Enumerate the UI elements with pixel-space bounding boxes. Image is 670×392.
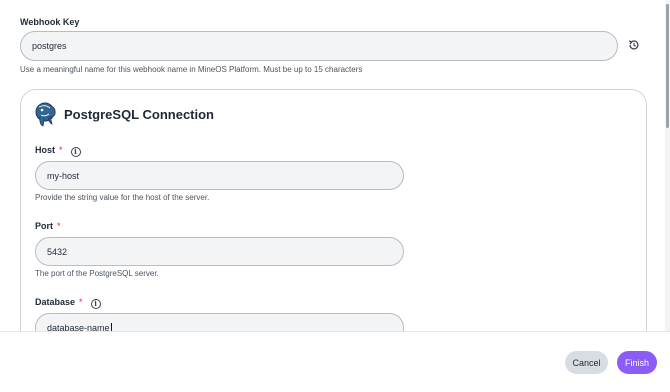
scrollbar-thumb[interactable] xyxy=(666,4,669,128)
port-value: 5432 xyxy=(47,246,68,257)
reset-icon[interactable] xyxy=(627,38,641,52)
info-icon[interactable]: i xyxy=(70,147,81,157)
required-mark: * xyxy=(59,145,63,155)
webhook-key-input[interactable]: postgres xyxy=(20,31,618,61)
host-label: Host * i xyxy=(35,145,81,157)
database-value: database-name xyxy=(47,322,110,332)
scrollbar[interactable] xyxy=(665,0,670,331)
form-scroll-area[interactable]: Webhook Key postgres Use a meaningful na… xyxy=(0,0,670,331)
webhook-key-value: postgres xyxy=(32,41,67,51)
database-input[interactable]: database-name xyxy=(35,313,404,331)
connection-card xyxy=(20,89,647,331)
text-cursor xyxy=(110,322,112,331)
connection-title: PostgreSQL Connection xyxy=(64,107,214,122)
host-helper: Provide the string value for the host of… xyxy=(35,193,210,202)
required-mark: * xyxy=(79,297,83,307)
info-icon[interactable]: i xyxy=(90,299,101,309)
port-helper: The port of the PostgreSQL server. xyxy=(35,269,159,278)
webhook-key-helper: Use a meaningful name for this webhook n… xyxy=(20,65,363,74)
port-input[interactable]: 5432 xyxy=(35,237,404,266)
host-input[interactable]: my-host xyxy=(35,161,404,190)
webhook-key-label: Webhook Key xyxy=(20,17,80,27)
database-label: Database * i xyxy=(35,297,101,309)
host-value: my-host xyxy=(47,170,80,181)
finish-button[interactable]: Finish xyxy=(617,351,657,374)
postgresql-logo xyxy=(35,102,56,127)
cancel-button[interactable]: Cancel xyxy=(565,351,608,374)
required-mark: * xyxy=(57,221,61,231)
port-label: Port * xyxy=(35,221,61,231)
